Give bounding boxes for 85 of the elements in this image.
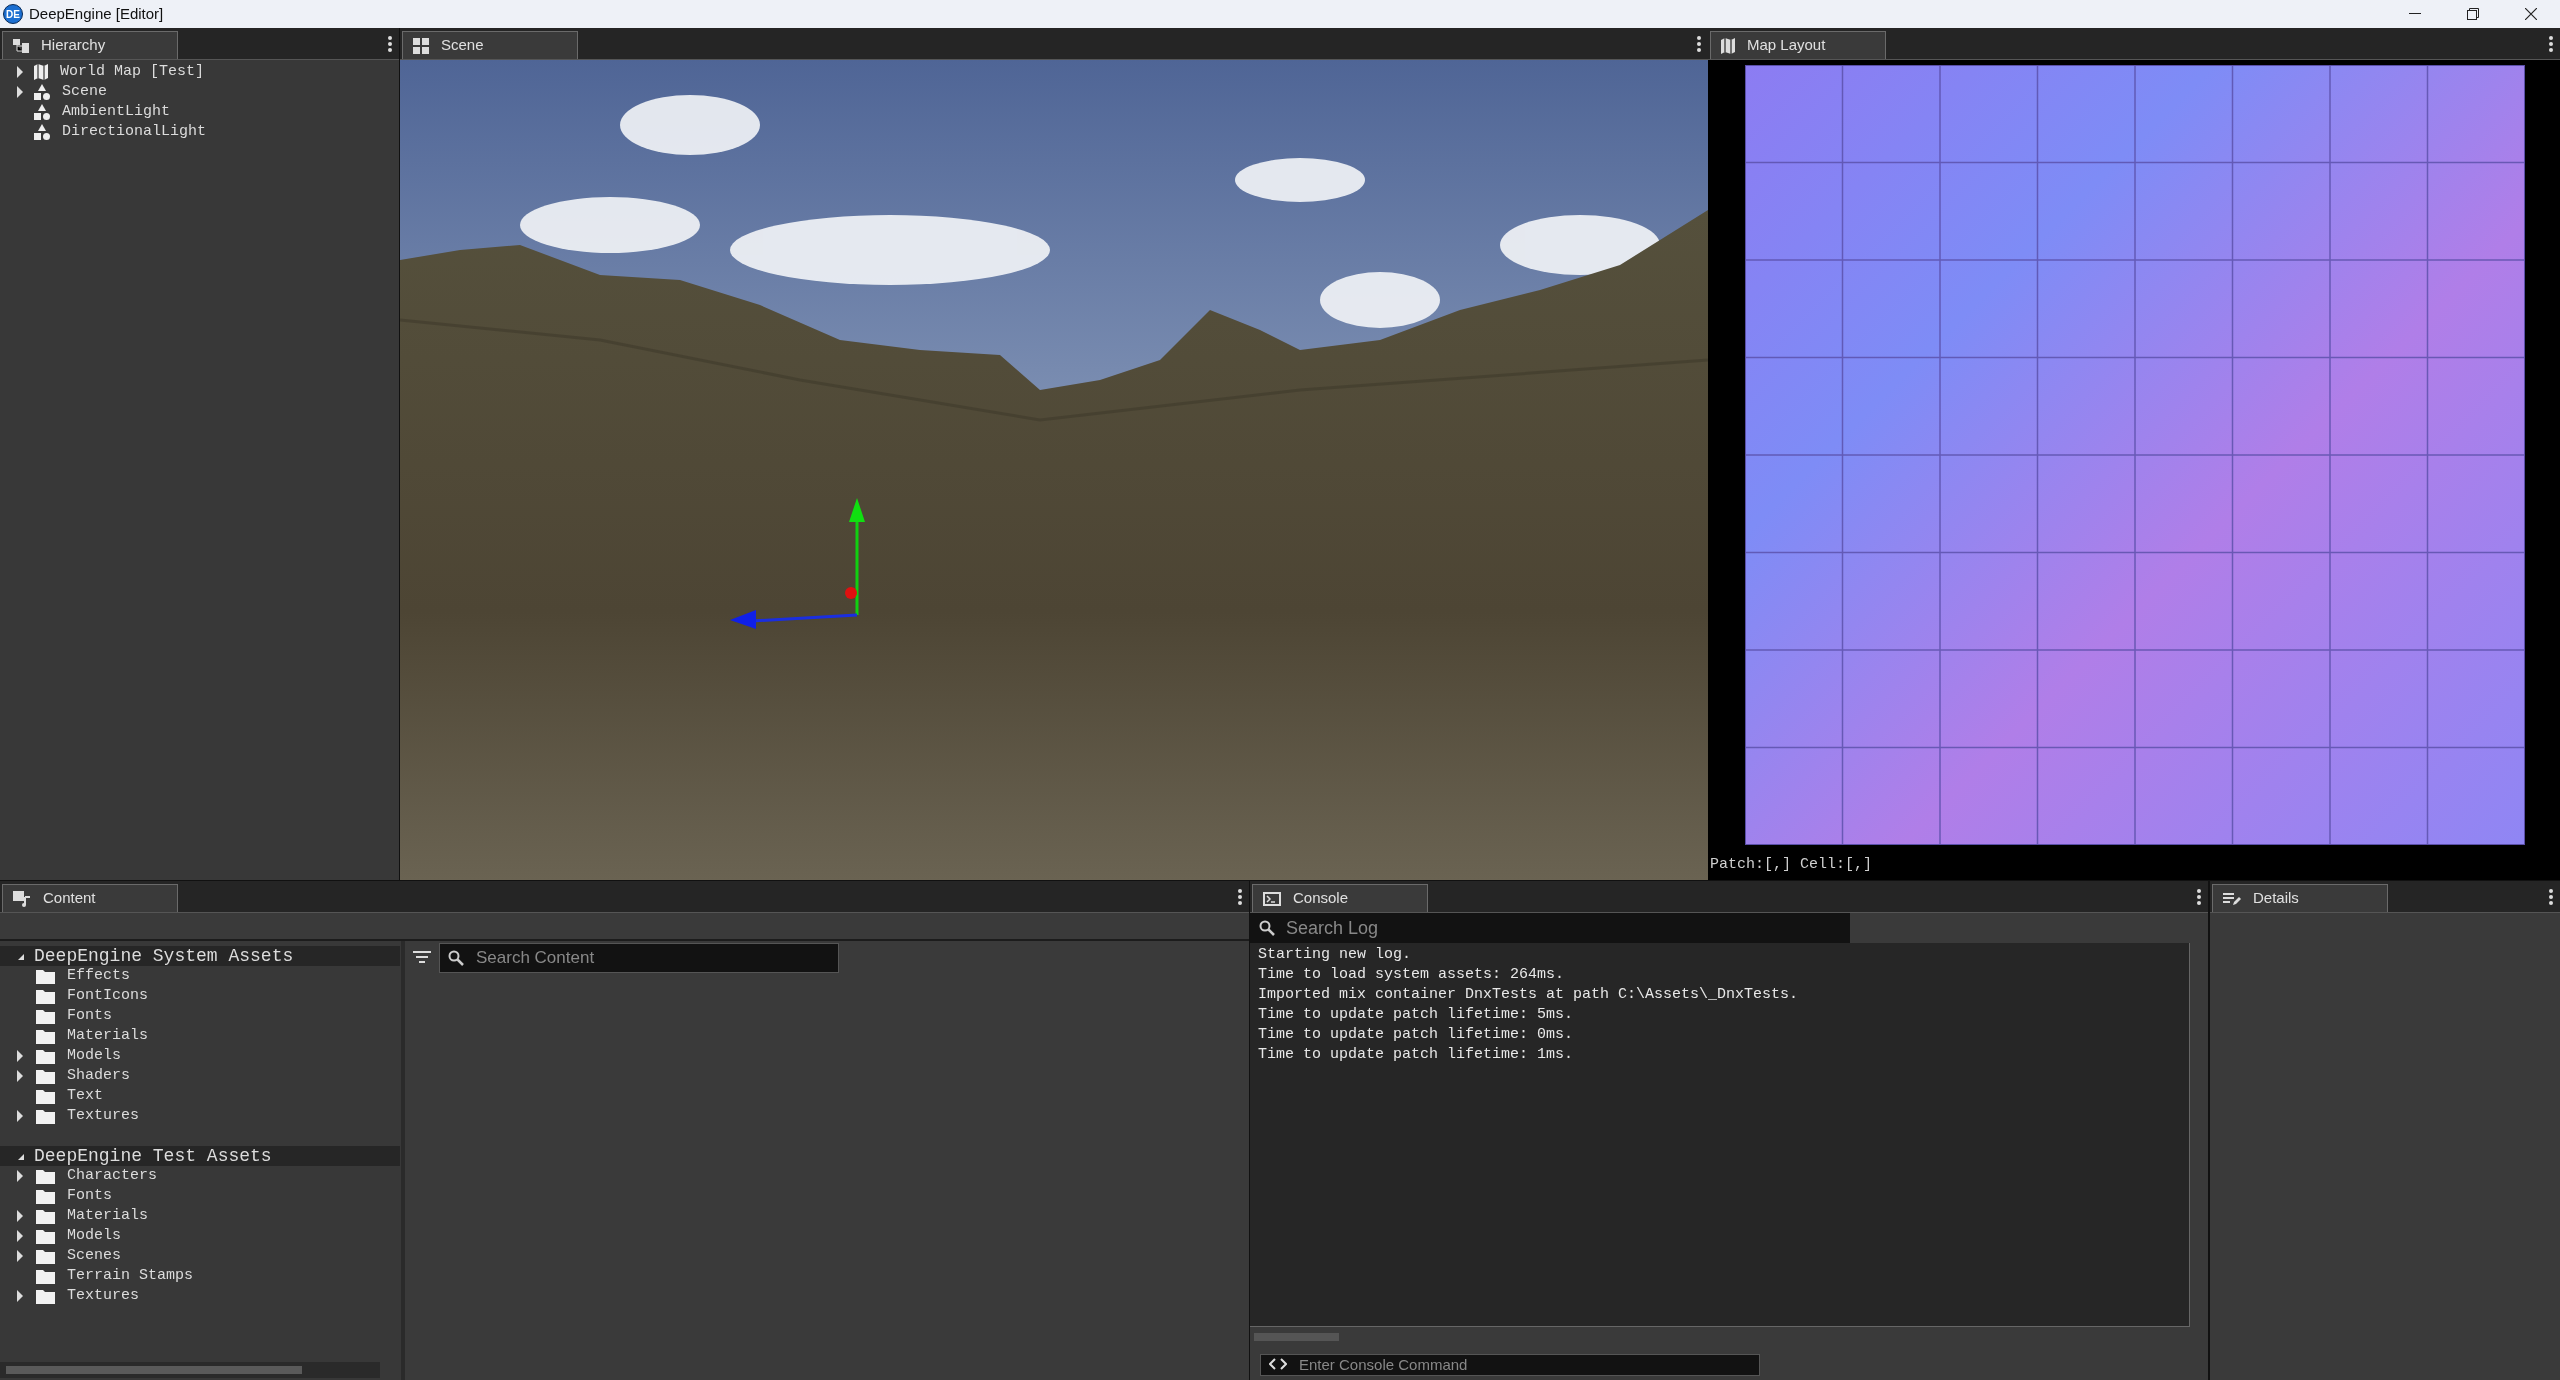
tree-group-header[interactable]: DeepEngine System Assets: [0, 946, 400, 966]
panel-tab[interactable]: Scene: [402, 31, 578, 59]
more-options-icon: [2549, 35, 2553, 53]
folder-icon: [36, 1268, 55, 1284]
console-command-field[interactable]: Enter Console Command: [1260, 1353, 1760, 1376]
hierarchy-item[interactable]: DirectionalLight: [0, 122, 399, 142]
code-icon: [1269, 1357, 1287, 1370]
search-icon: [448, 950, 464, 966]
app-logo: DE: [3, 4, 23, 24]
minimize-icon: [2409, 13, 2421, 15]
folder-item[interactable]: Materials: [0, 1026, 401, 1046]
log-line: Time to update patch lifetime: 0ms.: [1258, 1025, 1575, 1045]
folder-icon: [36, 968, 55, 984]
folder-icon: [36, 1188, 55, 1204]
shapes-icon: [34, 104, 50, 120]
horizontal-scrollbar[interactable]: [1254, 1333, 1339, 1341]
search-field[interactable]: Search Log: [1250, 913, 1850, 943]
tree-group-header[interactable]: DeepEngine Test Assets: [0, 1146, 400, 1166]
map-icon: [34, 64, 48, 80]
panel-tab[interactable]: Content: [2, 884, 178, 912]
folder-icon: [36, 1088, 55, 1104]
restore-icon: [2467, 8, 2479, 20]
panel-menu-button[interactable]: [2548, 888, 2554, 908]
log-line: Imported mix container DnxTests at path C:\Assets\_DnxTests.: [1258, 985, 1800, 1005]
folder-item[interactable]: FontIcons: [0, 986, 401, 1006]
folder-icon: [36, 1028, 55, 1044]
folder-item[interactable]: Characters: [0, 1166, 401, 1186]
panel-menu-button[interactable]: [2548, 35, 2554, 55]
folder-item[interactable]: Text: [0, 1086, 401, 1106]
hierarchy-item[interactable]: World Map [Test]: [0, 62, 399, 82]
log-line: Time to update patch lifetime: 5ms.: [1258, 1005, 1575, 1025]
search-icon: [1259, 920, 1275, 936]
folder-item[interactable]: Terrain Stamps: [0, 1266, 401, 1286]
panel-menu-button[interactable]: [1237, 888, 1243, 908]
log-line: Starting new log.: [1258, 945, 1413, 965]
terminal-icon: [1263, 891, 1281, 906]
folder-icon: [36, 1168, 55, 1184]
folder-icon: [36, 1048, 55, 1064]
status-text: Patch:[,] Cell:[,]: [1710, 854, 1874, 875]
folder-icon: [36, 1288, 55, 1304]
folder-icon: [36, 1068, 55, 1084]
more-options-icon: [2549, 888, 2553, 906]
shapes-icon: [34, 84, 50, 100]
panel-tab[interactable]: Hierarchy: [2, 31, 178, 59]
more-options-icon: [1238, 888, 1242, 906]
folder-item[interactable]: Effects: [0, 966, 401, 986]
folder-icon: [36, 1008, 55, 1024]
folder-item[interactable]: Fonts: [0, 1186, 401, 1206]
map-icon: [1721, 37, 1735, 54]
search-field[interactable]: Search Content: [439, 943, 839, 973]
folder-icon: [36, 1208, 55, 1224]
content-icon: [13, 890, 31, 907]
hierarchy-icon: [13, 38, 29, 53]
horizontal-scrollbar[interactable]: [0, 1362, 380, 1378]
panel-menu-button[interactable]: [387, 35, 393, 55]
hierarchy-item[interactable]: Scene: [0, 82, 399, 102]
panel-tab[interactable]: Details: [2212, 884, 2388, 912]
folder-item[interactable]: Shaders: [0, 1066, 401, 1086]
folder-item[interactable]: Textures: [0, 1106, 401, 1126]
log-line: Time to load system assets: 264ms.: [1258, 965, 1566, 985]
panel-tab[interactable]: Map Layout: [1710, 31, 1886, 59]
folder-icon: [36, 1228, 55, 1244]
log-line: Time to update patch lifetime: 1ms.: [1258, 1045, 1575, 1065]
hierarchy-item[interactable]: AmbientLight: [0, 102, 399, 122]
folder-icon: [36, 1108, 55, 1124]
folder-item[interactable]: Textures: [0, 1286, 401, 1306]
panel-tab[interactable]: Console: [1252, 884, 1428, 912]
more-options-icon: [388, 35, 392, 53]
more-options-icon: [1697, 35, 1701, 53]
folder-item[interactable]: Models: [0, 1226, 401, 1246]
panel-menu-button[interactable]: [2196, 888, 2202, 908]
folder-item[interactable]: Materials: [0, 1206, 401, 1226]
panel-menu-button[interactable]: [1696, 35, 1702, 55]
folder-item[interactable]: Models: [0, 1046, 401, 1066]
folder-item[interactable]: Scenes: [0, 1246, 401, 1266]
edit-list-icon: [2223, 891, 2241, 906]
folder-item[interactable]: Fonts: [0, 1006, 401, 1026]
window-title: DeepEngine [Editor]: [29, 3, 164, 24]
folder-icon: [36, 988, 55, 1004]
close-icon: [2525, 8, 2537, 20]
more-options-icon: [2197, 888, 2201, 906]
folder-icon: [36, 1248, 55, 1264]
filter-icon[interactable]: [413, 951, 431, 965]
grid-icon: [413, 37, 429, 54]
shapes-icon: [34, 124, 50, 140]
